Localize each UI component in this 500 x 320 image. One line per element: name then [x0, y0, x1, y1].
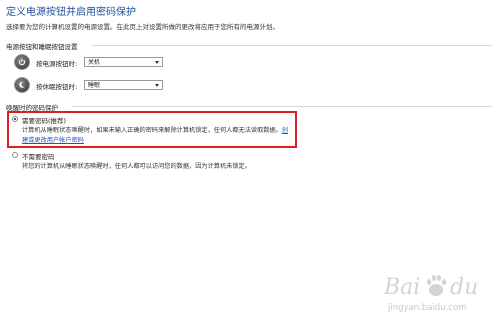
- power-icon: [14, 54, 30, 70]
- page-description: 选择要为您的计算机设置的电源设置。在此页上对设置所做的更改将应用于您所有的电源计…: [6, 23, 279, 31]
- no-password-desc: 将您的计算机从睡眠状态唤醒时，任何人都可以访问您的数据，因为计算机未锁定。: [22, 163, 251, 170]
- watermark-line2: du: [450, 275, 478, 300]
- moon-icon: [14, 77, 30, 93]
- power-button-select[interactable]: 关机: [84, 57, 163, 67]
- require-password-desc: 计算机从睡眠状态唤醒时，如果未输入正确的密码来解除计算机锁定，任何人都无法读取数…: [22, 127, 289, 134]
- change-password-link[interactable]: 建或更改用户帐户密码: [22, 135, 84, 144]
- section-divider: [92, 45, 492, 46]
- baidu-watermark: Bai du jingyan.baidu.com: [380, 268, 490, 316]
- require-password-label[interactable]: 需要密码(推荐): [22, 115, 66, 125]
- sleep-button-value: 睡眠: [88, 82, 101, 89]
- watermark-line1: Bai: [383, 275, 420, 300]
- no-password-radio[interactable]: [12, 152, 18, 158]
- chevron-down-icon: [155, 84, 159, 87]
- watermark-sub: jingyan.baidu.com: [387, 303, 466, 313]
- power-section-title: 电源按钮和睡眠按钮设置: [6, 43, 78, 51]
- no-password-label[interactable]: 不需要密码: [22, 151, 55, 161]
- section-divider: [72, 106, 492, 107]
- power-button-label: 按电源按钮时:: [36, 60, 78, 68]
- sleep-button-label: 按休眠按钮时:: [36, 83, 78, 91]
- require-password-radio[interactable]: [12, 116, 18, 122]
- chevron-down-icon: [155, 61, 159, 64]
- power-button-value: 关机: [88, 59, 101, 66]
- paw-icon: [426, 275, 447, 296]
- change-password-link-start[interactable]: 创: [282, 127, 288, 134]
- sleep-button-select[interactable]: 睡眠: [84, 80, 163, 90]
- page-title: 定义电源按钮并启用密码保护: [6, 7, 136, 18]
